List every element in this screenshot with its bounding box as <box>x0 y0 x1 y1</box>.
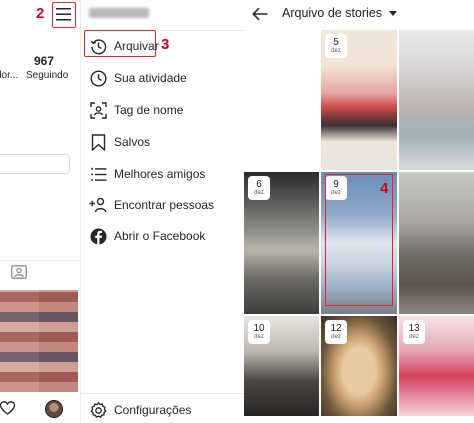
following-count[interactable]: 967 <box>34 54 54 68</box>
story-day: 10 <box>253 323 265 334</box>
heart-icon[interactable] <box>0 401 15 415</box>
close-friends-list-icon <box>89 165 107 183</box>
story-tile[interactable]: 13 dez <box>399 316 474 416</box>
facebook-icon <box>89 227 107 245</box>
menu-item-label: Encontrar pessoas <box>114 198 215 212</box>
back-arrow-icon[interactable] <box>252 7 268 21</box>
menu-item-label: Melhores amigos <box>114 167 206 181</box>
stories-archive-panel: Arquivo de stories 5 dez 6 dez 9 dez 4 1… <box>244 0 474 423</box>
menu-item-label: Tag de nome <box>114 103 184 117</box>
story-month: dez <box>409 334 419 340</box>
story-day: 13 <box>408 323 420 334</box>
story-month: dez <box>331 48 341 54</box>
archive-title[interactable]: Arquivo de stories <box>282 6 382 20</box>
followers-label: dor... <box>0 70 19 81</box>
story-tile[interactable]: 10 dez <box>244 316 319 416</box>
hamburger-menu-button[interactable] <box>52 2 76 28</box>
menu-item-label: Abrir o Facebook <box>114 229 206 243</box>
profile-avatar-tab[interactable] <box>45 400 63 418</box>
story-month: dez <box>331 334 341 340</box>
step-2-annotation: 2 <box>36 5 45 22</box>
archive-clock-icon <box>89 37 107 55</box>
step-4-annotation: 4 <box>380 180 389 197</box>
menu-item-encontrar-pessoas[interactable]: Encontrar pessoas <box>81 191 245 219</box>
story-tile[interactable] <box>399 30 474 170</box>
menu-item-configuracoes[interactable]: Configurações <box>81 396 245 423</box>
chevron-down-icon[interactable] <box>389 11 397 16</box>
profile-post-thumbnail[interactable] <box>0 290 78 392</box>
hamburger-icon <box>56 8 71 21</box>
story-month: dez <box>254 190 264 196</box>
nametag-icon <box>89 101 107 119</box>
story-day: 5 <box>333 37 339 48</box>
archive-header: Arquivo de stories <box>244 0 474 28</box>
bookmark-icon <box>89 133 107 151</box>
menu-item-label: Configurações <box>114 403 192 417</box>
story-tile[interactable]: 6 dez <box>244 172 319 314</box>
story-tile[interactable] <box>399 172 474 314</box>
tagged-photos-icon[interactable] <box>11 265 27 279</box>
divider <box>0 260 80 261</box>
gear-icon <box>89 401 107 419</box>
add-person-icon <box>89 196 107 214</box>
story-tile[interactable]: 12 dez <box>321 316 397 416</box>
menu-item-salvos[interactable]: Salvos <box>81 128 245 156</box>
activity-icon <box>89 69 107 87</box>
menu-item-tag-de-nome[interactable]: Tag de nome <box>81 96 245 124</box>
date-badge: 12 dez <box>325 320 347 344</box>
menu-item-label: Arquivar <box>114 39 159 53</box>
menu-drawer: 3 Arquivar Sua atividade Tag de nome Sal… <box>80 0 245 423</box>
blurred-username <box>89 8 149 18</box>
story-tile[interactable]: 5 dez <box>321 30 397 170</box>
menu-item-abrir-o-facebook[interactable]: Abrir o Facebook <box>81 222 245 250</box>
divider <box>81 393 245 394</box>
story-day: 6 <box>256 179 262 190</box>
edit-profile-button[interactable] <box>0 154 70 174</box>
menu-item-melhores-amigos[interactable]: Melhores amigos <box>81 160 245 188</box>
date-badge: 10 dez <box>248 320 270 344</box>
menu-item-arquivar[interactable]: Arquivar <box>81 32 245 60</box>
following-label[interactable]: Seguindo <box>26 70 68 81</box>
menu-item-label: Sua atividade <box>114 71 187 85</box>
profile-panel: 2 dor... 967 Seguindo <box>0 0 80 423</box>
date-badge: 13 dez <box>403 320 425 344</box>
date-badge: 6 dez <box>248 176 270 200</box>
date-badge: 5 dez <box>325 34 347 58</box>
menu-item-sua-atividade[interactable]: Sua atividade <box>81 64 245 92</box>
menu-item-label: Salvos <box>114 135 151 149</box>
story-day: 12 <box>330 323 342 334</box>
story-month: dez <box>254 334 264 340</box>
